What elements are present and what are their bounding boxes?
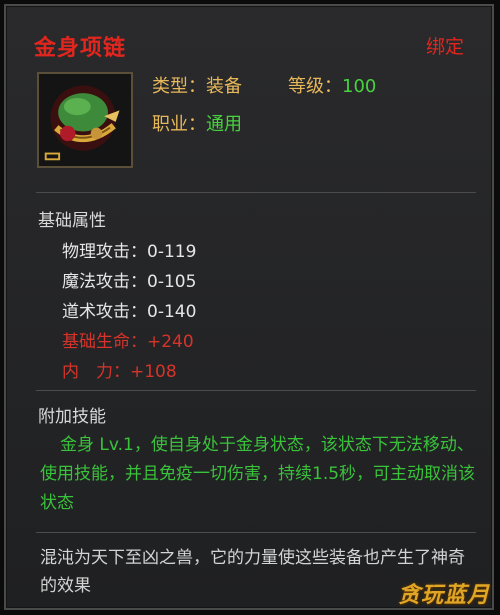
divider [36, 390, 476, 391]
item-icon-frame [37, 72, 133, 168]
stat-label: 内 力 [62, 362, 113, 382]
type-label: 类型： [152, 76, 206, 97]
stat-value: 0-119 [147, 242, 197, 262]
skill-title: 附加技能 [38, 407, 106, 427]
bind-status: 绑定 [425, 36, 464, 58]
divider [36, 192, 476, 193]
class-label: 职业： [152, 114, 206, 135]
type-value: 装备 [206, 76, 242, 97]
stat-label: 魔法攻击 [62, 272, 130, 292]
stat-row: 内 力：+108 [62, 362, 177, 382]
item-tooltip: 金身项链 绑定 类型：装备 等级：100 职业：通用 基础属性 物理攻击：0-1… [4, 4, 494, 610]
level-row: 等级：100 [288, 72, 376, 98]
stat-value: +108 [130, 362, 177, 382]
necklace-icon [39, 74, 131, 166]
class-row: 职业：通用 [152, 110, 242, 136]
level-label: 等级： [288, 76, 342, 97]
stat-value: 0-140 [147, 302, 197, 322]
level-value: 100 [342, 76, 377, 97]
skill-description: 金身 Lv.1，使自身处于金身状态，该状态下无法移动、使用技能，并且免疫一切伤害… [40, 435, 476, 513]
type-row: 类型：装备 [152, 72, 242, 98]
divider [36, 532, 476, 533]
stat-label: 基础生命 [62, 332, 130, 352]
item-name: 金身项链 [34, 36, 127, 61]
class-value: 通用 [206, 114, 242, 135]
base-attributes-title: 基础属性 [38, 211, 106, 231]
stat-row: 物理攻击：0-119 [62, 242, 197, 262]
stat-row: 道术攻击：0-140 [62, 302, 197, 322]
stat-row: 基础生命：+240 [62, 332, 194, 352]
stat-label: 道术攻击 [62, 302, 130, 322]
watermark-logo: 贪玩蓝月 [397, 583, 490, 608]
stat-value: +240 [147, 332, 194, 352]
stat-label: 物理攻击 [62, 242, 130, 262]
stat-row: 魔法攻击：0-105 [62, 272, 197, 292]
stat-value: 0-105 [147, 272, 197, 292]
